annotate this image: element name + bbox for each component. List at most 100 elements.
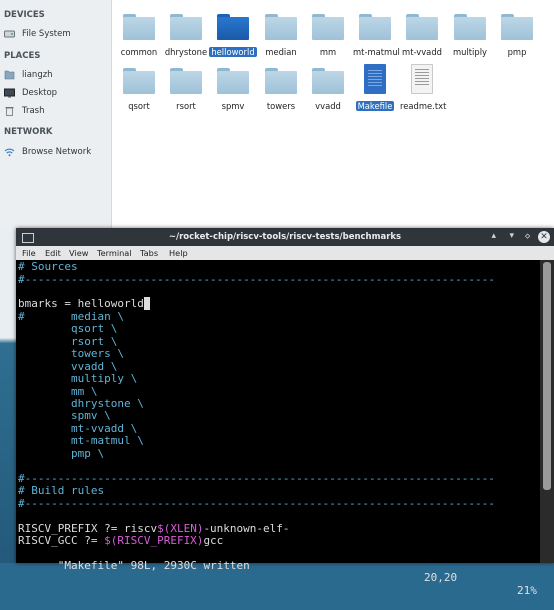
trash-icon [4, 106, 15, 116]
sidebar: DEVICES File System PLACES liangzh Deskt… [0, 0, 112, 230]
sidebar-item-browse-network[interactable]: Browse Network [4, 144, 91, 160]
file-label: mt-vvadd [402, 47, 442, 57]
sidebar-item-file-system[interactable]: File System [4, 26, 71, 42]
code-line: # Sources [18, 260, 78, 273]
file-item-common[interactable]: common [115, 14, 163, 64]
file-item-mt-matmul[interactable]: mt-matmul [351, 14, 400, 64]
sidebar-item-label: Trash [22, 106, 45, 116]
code-line: spmv \ [18, 409, 111, 423]
menu-terminal[interactable]: Terminal [97, 248, 132, 258]
sidebar-header-devices: DEVICES [4, 10, 45, 20]
file-item-dhrystone[interactable]: dhrystone [162, 14, 210, 64]
sidebar-item-label: liangzh [22, 70, 53, 80]
file-label: helloworld [209, 47, 257, 57]
scroll-percent: 21% [517, 583, 537, 597]
file-label: spmv [221, 101, 245, 111]
code-line: RISCV_GCC ?= $(RISCV_PREFIX)gcc [18, 533, 224, 547]
file-label: Makefile [355, 101, 395, 111]
file-label: readme.txt [400, 101, 447, 111]
file-item-multiply[interactable]: multiply [446, 14, 494, 64]
folder-icon [265, 14, 297, 40]
menu-file[interactable]: File [22, 248, 36, 258]
code-line: # Build rules [18, 484, 105, 498]
code-line: mt-matmul \ [18, 434, 144, 448]
shade-icon[interactable]: ▴ [491, 231, 496, 241]
file-label: common [120, 47, 158, 57]
terminal-window: ~/rocket-chip/riscv-tools/riscv-tests/be… [16, 228, 554, 597]
terminal-scrollbar[interactable] [540, 260, 554, 563]
folder-icon [359, 14, 391, 40]
code-text: RISCV_GCC ?= [18, 533, 105, 547]
folder-icon [406, 14, 438, 40]
code-text: -unknown-elf- [203, 521, 290, 535]
sidebar-item-desktop[interactable]: Desktop [4, 85, 57, 101]
code-line: #---------------------------------------… [18, 496, 495, 510]
file-label: mm [319, 47, 337, 57]
file-label: pmp [507, 47, 527, 57]
code-text: gcc [203, 533, 224, 547]
status-message: "Makefile" 98L, 2930C written [57, 558, 250, 572]
folder-icon [312, 68, 344, 94]
folder-icon [123, 68, 155, 94]
file-item-makefile[interactable]: Makefile [351, 64, 399, 114]
text-cursor [143, 297, 151, 311]
wifi-icon [4, 147, 15, 157]
file-item-rsort[interactable]: rsort [162, 68, 210, 118]
terminal-titlebar[interactable]: ~/rocket-chip/riscv-tools/riscv-tests/be… [16, 228, 554, 246]
drive-icon [4, 29, 15, 39]
folder-icon [454, 14, 486, 40]
code-line: pmp \ [18, 446, 105, 460]
code-text: RISCV_PREFIX ?= riscv [18, 521, 158, 535]
file-label: vvadd [315, 101, 341, 111]
menu-edit[interactable]: Edit [45, 248, 61, 258]
maximize-icon[interactable]: ⬦ [525, 232, 530, 241]
code-line: multiply \ [18, 372, 138, 386]
file-label: mt-matmul [353, 47, 400, 57]
code-line: qsort \ [18, 322, 118, 336]
code-text: bmarks = helloworld [18, 297, 144, 311]
sidebar-item-label: Browse Network [22, 147, 92, 157]
file-label: rsort [176, 101, 196, 111]
sidebar-item-label: File System [22, 29, 71, 39]
file-label: towers [266, 101, 296, 111]
minimize-icon[interactable]: ▾ [509, 231, 514, 241]
sidebar-item-home[interactable]: liangzh [4, 67, 53, 83]
scrollbar-thumb[interactable] [543, 262, 551, 490]
folder-icon [170, 68, 202, 94]
menu-tabs[interactable]: Tabs [140, 248, 158, 258]
sidebar-header-network: NETWORK [4, 127, 53, 137]
terminal-menubar: File Edit View Terminal Tabs Help [16, 246, 554, 260]
sidebar-item-label: Desktop [22, 88, 58, 98]
file-label: qsort [128, 101, 150, 111]
file-grid: common dhrystone helloworld median mm mt… [112, 0, 554, 230]
file-item-mm[interactable]: mm [304, 14, 352, 64]
folder-icon [312, 14, 344, 40]
file-item-qsort[interactable]: qsort [115, 68, 163, 118]
folder-icon [217, 68, 249, 94]
folder-icon [123, 14, 155, 40]
desktop-icon [4, 88, 15, 98]
terminal-screen[interactable]: # Sources #-----------------------------… [16, 260, 540, 597]
close-icon[interactable]: ✕ [538, 231, 550, 243]
file-item-towers[interactable]: towers [257, 68, 305, 118]
menu-view[interactable]: View [69, 248, 88, 258]
file-item-spmv[interactable]: spmv [209, 68, 257, 118]
folder-icon [170, 14, 202, 40]
folder-icon [501, 14, 533, 40]
file-item-readme[interactable]: readme.txt [398, 64, 446, 114]
sidebar-item-trash[interactable]: Trash [4, 103, 44, 119]
file-item-median[interactable]: median [257, 14, 305, 64]
file-label: median [265, 47, 297, 57]
code-variable: $(XLEN) [157, 521, 204, 535]
file-item-mt-vvadd[interactable]: mt-vvadd [398, 14, 446, 64]
menu-help[interactable]: Help [169, 248, 188, 258]
file-item-vvadd[interactable]: vvadd [304, 68, 352, 118]
code-line: bmarks = helloworld [18, 297, 151, 311]
file-label: dhrystone [164, 47, 208, 57]
vim-status-line: "Makefile" 98L, 2930C written 20,20 21% [18, 547, 540, 609]
file-item-pmp[interactable]: pmp [493, 14, 541, 64]
makefile-icon [364, 64, 386, 94]
folder-icon [217, 14, 249, 40]
file-item-helloworld[interactable]: helloworld [209, 14, 257, 64]
cursor-position: 20,20 [424, 571, 458, 585]
